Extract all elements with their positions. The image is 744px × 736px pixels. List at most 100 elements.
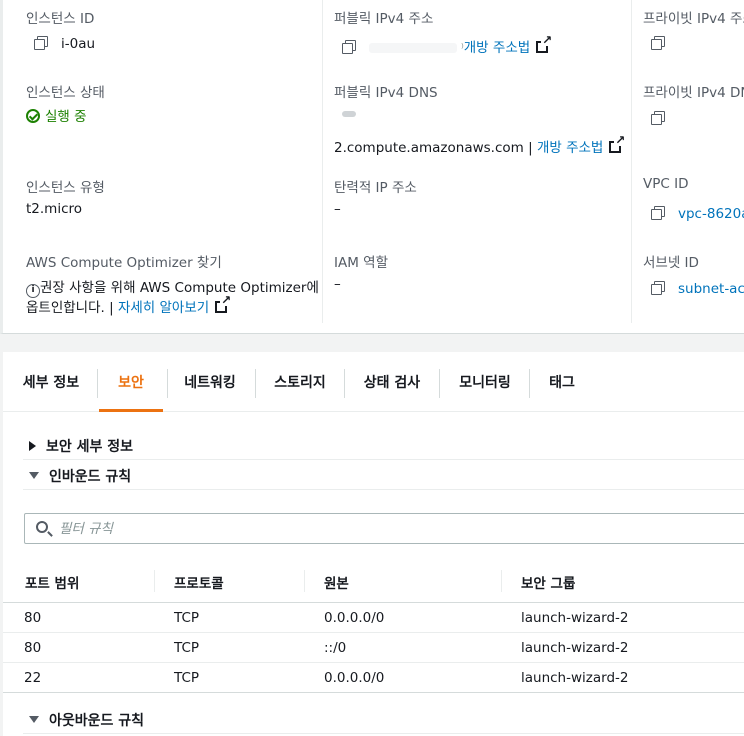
protocol-cell: TCP	[174, 670, 200, 686]
tab-divider	[439, 369, 440, 398]
tab-tags[interactable]: 태그	[537, 352, 587, 412]
summary-column-2: 퍼블릭 IPv4 주소 ⁾개방 주소법 퍼블릭 IPv4 DNS 2.compu…	[324, 0, 632, 323]
elastic-ip-value: –	[334, 201, 341, 217]
details-tabs-panel: 세부 정보 보안 네트워킹 스토리지 상태 검사 모니터링 태그 보안 세부 정…	[3, 352, 744, 736]
column-divider	[304, 570, 305, 592]
subnet-id-link[interactable]: subnet-ac9	[678, 281, 744, 297]
col-header-security-group[interactable]: 보안 그룹	[521, 572, 575, 592]
divider	[23, 489, 744, 490]
public-ipv4-value: ⁾개방 주소법	[342, 34, 553, 56]
subnet-id-label: 서브넷 ID	[643, 255, 699, 271]
summary-column-1: 인스턴스 ID i-0au 인스턴스 상태 실행 중 인스턴스 유형 t2.mi…	[6, 0, 323, 323]
outbound-rules-title: 아웃바운드 규칙	[49, 713, 145, 729]
learn-more-link[interactable]: 자세히 알아보기	[118, 300, 209, 316]
col-header-protocol[interactable]: 프로토콜	[174, 572, 224, 592]
external-link-icon[interactable]	[215, 294, 232, 313]
instance-summary: 인스턴스 ID i-0au 인스턴스 상태 실행 중 인스턴스 유형 t2.mi…	[0, 0, 744, 334]
private-dns-value	[651, 111, 678, 127]
public-ipv4-label: 퍼블릭 IPv4 주소	[334, 11, 434, 27]
tab-security[interactable]: 보안	[99, 352, 163, 412]
vpc-id-label: VPC ID	[643, 176, 689, 192]
iam-role-label: IAM 역할	[334, 255, 388, 271]
col-header-source[interactable]: 원본	[324, 572, 349, 592]
outbound-rules-toggle[interactable]: 아웃바운드 규칙	[29, 710, 144, 730]
tab-divider	[529, 369, 530, 398]
external-link-icon[interactable]	[536, 34, 553, 53]
tab-divider	[167, 369, 168, 398]
private-ipv4-value	[651, 36, 678, 52]
source-cell: 0.0.0.0/0	[324, 670, 385, 686]
vpc-id-value: vpc-8620ac	[651, 206, 744, 222]
instance-state-text: 실행 중	[45, 109, 87, 125]
optimizer-line2: 옵트인합니다. |	[26, 300, 118, 316]
external-link-icon[interactable]	[609, 134, 626, 153]
public-dns-value: 2.compute.amazonaws.com | 개방 주소법	[334, 134, 626, 156]
divider	[23, 459, 744, 460]
source-cell: ::/0	[324, 640, 347, 656]
tab-networking[interactable]: 네트워킹	[173, 352, 247, 412]
divider	[23, 733, 744, 734]
protocol-cell: TCP	[174, 610, 200, 626]
security-details-toggle[interactable]: 보안 세부 정보	[29, 436, 133, 456]
tab-monitoring[interactable]: 모니터링	[447, 352, 523, 412]
row-divider	[3, 662, 744, 663]
caret-down-icon	[29, 472, 39, 479]
instance-type-value: t2.micro	[26, 201, 83, 217]
copy-icon[interactable]	[651, 206, 665, 220]
copy-icon[interactable]	[651, 281, 665, 295]
filter-rules-box[interactable]	[24, 513, 744, 544]
public-dns-label: 퍼블릭 IPv4 DNS	[334, 85, 438, 101]
row-divider	[3, 632, 744, 633]
public-dns-text[interactable]: 2.compute.amazonaws.com |	[334, 140, 537, 156]
tab-divider	[97, 369, 98, 398]
tab-divider	[344, 369, 345, 398]
tab-status-checks[interactable]: 상태 검사	[351, 352, 433, 412]
redacted-dns	[342, 111, 356, 117]
copy-icon[interactable]	[651, 36, 665, 50]
filter-rules-input[interactable]	[59, 519, 659, 539]
optimizer-label: AWS Compute Optimizer 찾기	[26, 255, 222, 271]
public-dns-redacted	[342, 106, 356, 122]
search-icon	[36, 521, 48, 533]
private-ipv4-label: 프라이빗 IPv4 주소	[643, 11, 744, 27]
security-group-cell: launch-wizard-2	[521, 670, 629, 686]
security-details-title: 보안 세부 정보	[46, 439, 134, 455]
summary-column-3: 프라이빗 IPv4 주소 프라이빗 IPv4 DNS VPC ID vpc-86…	[633, 0, 744, 323]
security-group-cell: launch-wizard-2	[521, 610, 629, 626]
copy-icon[interactable]	[34, 36, 48, 50]
instance-type-label: 인스턴스 유형	[26, 180, 105, 196]
port-range-cell: 80	[24, 610, 42, 626]
instance-id-text[interactable]: i-0au	[61, 36, 95, 52]
inbound-rules-toggle[interactable]: 인바운드 규칙	[29, 466, 131, 486]
redacted-ip	[369, 43, 457, 53]
private-dns-label: 프라이빗 IPv4 DNS	[643, 85, 744, 101]
inbound-rules-title: 인바운드 규칙	[49, 469, 132, 485]
table-bottom-divider	[3, 692, 744, 693]
subnet-id-value: subnet-ac9	[651, 281, 744, 297]
caret-right-icon	[29, 441, 36, 451]
protocol-cell: TCP	[174, 640, 200, 656]
optimizer-text-line2: 옵트인합니다. | 자세히 알아보기	[26, 294, 232, 316]
security-group-cell: launch-wizard-2	[521, 640, 629, 656]
open-address-link[interactable]: 개방 주소법	[464, 40, 530, 56]
tab-details[interactable]: 세부 정보	[15, 352, 87, 412]
copy-icon[interactable]	[651, 111, 665, 125]
instance-state-label: 인스턴스 상태	[26, 85, 105, 101]
port-range-cell: 80	[24, 640, 42, 656]
column-divider	[501, 570, 502, 592]
table-header-divider	[3, 602, 744, 603]
elastic-ip-label: 탄력적 IP 주소	[334, 180, 417, 196]
copy-icon[interactable]	[342, 40, 356, 54]
instance-id-value: i-0au	[34, 36, 95, 52]
open-address-link[interactable]: 개방 주소법	[537, 140, 603, 156]
tab-storage[interactable]: 스토리지	[263, 352, 337, 412]
instance-id-label: 인스턴스 ID	[26, 11, 95, 27]
column-divider	[154, 570, 155, 592]
caret-down-icon	[29, 716, 39, 723]
check-circle-icon	[26, 109, 40, 123]
source-cell: 0.0.0.0/0	[324, 610, 385, 626]
vpc-id-link[interactable]: vpc-8620ac	[678, 206, 744, 222]
instance-state-value: 실행 중	[26, 105, 87, 125]
tab-divider	[255, 369, 256, 398]
col-header-port-range[interactable]: 포트 범위	[25, 572, 79, 592]
